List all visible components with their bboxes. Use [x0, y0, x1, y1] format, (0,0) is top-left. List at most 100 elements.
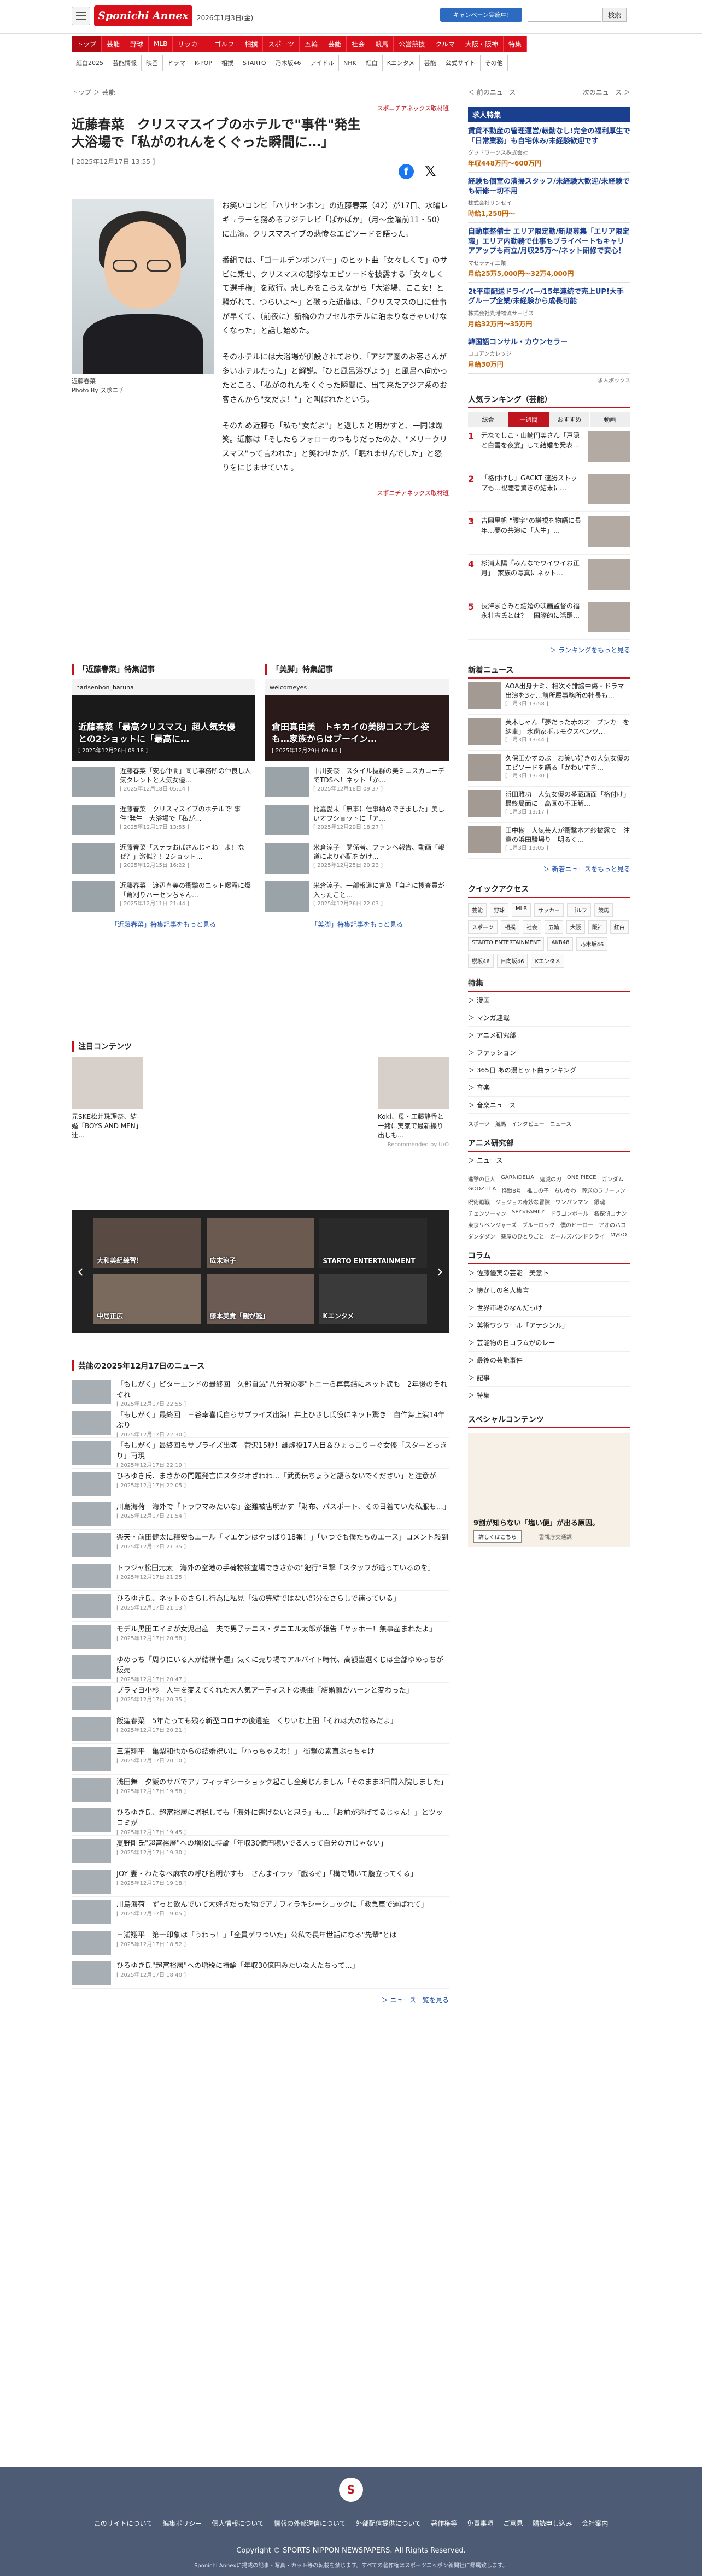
- news-row[interactable]: 「もしがく」ビターエンドの最終回 久部自滅"八分呪の夢"トニーら再集結にネット涙…: [72, 1377, 449, 1407]
- job-item[interactable]: 韓国語コンサル・カウンセラー ココアンカレッジ 月給30万円: [468, 333, 630, 374]
- anime-tag[interactable]: ジョジョの奇妙な冒険: [495, 1198, 550, 1206]
- thumbnail[interactable]: [588, 431, 630, 462]
- tokushu-tag[interactable]: ニュース: [550, 1119, 572, 1128]
- subnav-item[interactable]: 芸能: [420, 55, 441, 71]
- thumbnail[interactable]: [588, 474, 630, 505]
- thumbnail[interactable]: [225, 1057, 296, 1109]
- news-title[interactable]: モデル黒田エイミが女児出産 夫で男子テニス・ダニエル太郎が報告「ヤッホー！無事産…: [116, 1625, 436, 1635]
- anime-tag[interactable]: ダンダダン: [468, 1232, 495, 1240]
- feature-item[interactable]: 近藤春菜 クリスマスイブのホテルで"事件"発生 大浴場で「私が…[ 2025年1…: [72, 805, 255, 838]
- rank-text[interactable]: 「格付けし」GACKT 連勝ストップも…視聴者驚きの結末に…: [481, 474, 583, 507]
- anime-tag[interactable]: ドラゴンボール: [550, 1209, 588, 1217]
- news-title[interactable]: 楽天・前田健太に糧安もエール「マエケンはやっぱり18番！」「いつでも僕たちのエー…: [116, 1533, 448, 1543]
- feature-more-link[interactable]: 「美脚」特集記事をもっと見る: [265, 919, 449, 929]
- tokushu-link[interactable]: ＞ ファッション: [468, 1044, 630, 1062]
- ranking-tab[interactable]: 一週間: [508, 412, 549, 427]
- footer-link[interactable]: 購読申し込み: [533, 2519, 572, 2528]
- thumbnail[interactable]: [72, 1594, 111, 1618]
- news-item[interactable]: 芙木しゃん「夢だった赤のオープンカーを納車」 氷歯家ボルモクスベンツ…[ 1月3…: [468, 715, 630, 751]
- footer-link[interactable]: 個人情報について: [212, 2519, 264, 2528]
- feature-video[interactable]: welcomeyes 倉田真由美 トキカイの美脚コスプレ姿も…家族からはブーイン…: [265, 679, 449, 761]
- column-link[interactable]: ＞ 佐藤優実の芸能 美意ト: [468, 1264, 630, 1282]
- news-title[interactable]: 芙木しゃん「夢だった赤のオープンカーを納車」 氷歯家ボルモクスベンツ…: [505, 718, 630, 736]
- nav-item[interactable]: クルマ: [430, 36, 460, 52]
- news-row[interactable]: モデル黒田エイミが女児出産 夫で男子テニス・ダニエル太郎が報告「ヤッホー！無事産…: [72, 1622, 449, 1652]
- quick-access-link[interactable]: サッカー: [534, 903, 564, 917]
- thumbnail[interactable]: [265, 881, 309, 912]
- featured-card[interactable]: [225, 1057, 296, 1140]
- news-title[interactable]: 川島海荷 海外で「トラウマみたいな」盗難被害明かす「財布、パスポート、その日着て…: [116, 1502, 451, 1513]
- thumbnail[interactable]: [72, 881, 115, 912]
- job-title[interactable]: 賃貸不動産の管理運営/転勤なし!完全の福利厚生で「日常業務」も自宅休み/未経験歓…: [468, 127, 630, 146]
- anime-tag[interactable]: 鬼滅の刃: [540, 1175, 561, 1183]
- nav-item[interactable]: 特集: [503, 36, 527, 52]
- thumbnail[interactable]: [301, 1057, 372, 1109]
- quick-access-link[interactable]: 野球: [490, 903, 508, 917]
- ranking-more-link[interactable]: ＞ ランキングをもっと見る: [468, 645, 630, 655]
- news-title[interactable]: 三浦翔平 亀梨和也からの結婚祝いに「小っちゃえわ！」 衝撃の素直ぶっちゃけ: [116, 1747, 375, 1758]
- anime-tag[interactable]: GODZILLA: [468, 1186, 496, 1194]
- ranking-item[interactable]: 5 長澤まさみと結婚の映画監督の福永壮志氏とは？ 国際的に活躍…: [468, 597, 630, 640]
- ranking-tab[interactable]: 総合: [468, 412, 509, 427]
- news-row[interactable]: 飯窪春菜 5年たっても残る新型コロナの後遺症 くりいむ上田「それは大の悩みだよ」…: [72, 1713, 449, 1744]
- thumbnail[interactable]: [72, 1839, 111, 1863]
- carousel-item[interactable]: 中居正広: [93, 1274, 201, 1324]
- thumbnail[interactable]: [72, 1961, 111, 1985]
- tokushu-tag[interactable]: インタビュー: [512, 1119, 545, 1128]
- feature-item[interactable]: 近藤春菜 渡辺直美の衝撃のニット曝露に爆「角刈りハーセンちゃん…[ 2025年1…: [72, 881, 255, 914]
- job-title[interactable]: 2t平車配送ドライバー/15年連続で売上UP!大手グループ企業/未経験から成長可…: [468, 287, 630, 306]
- thumbnail[interactable]: [72, 1380, 111, 1404]
- feature-item[interactable]: 比嘉愛未「無事に仕事納めできました」美しいオフショットに「ア…[ 2025年12…: [265, 805, 449, 838]
- nav-item[interactable]: 大阪・阪神: [460, 36, 504, 52]
- subnav-item[interactable]: 公式サイト: [441, 55, 481, 71]
- subnav-item[interactable]: 芸能情報: [108, 55, 142, 71]
- feature-item[interactable]: 米倉涼子、一部報道に言及「自宅に捜査員が入ったこと…[ 2025年12月26日 …: [265, 881, 449, 914]
- quick-access-link[interactable]: 相撲: [500, 920, 519, 934]
- footer-link[interactable]: 著作権等: [431, 2519, 457, 2528]
- tokushu-tag[interactable]: スポーツ: [468, 1119, 490, 1128]
- nav-item[interactable]: MLB: [149, 36, 173, 52]
- item-title[interactable]: 近藤春菜「安心仲間」同じ事務所の仲良し人気タレントと人気女優…: [120, 767, 255, 786]
- quick-access-link[interactable]: 櫻坂46: [468, 954, 494, 968]
- thumbnail[interactable]: [265, 805, 309, 835]
- subnav-item[interactable]: 乃木坂46: [271, 55, 306, 71]
- anime-tag[interactable]: 推しの子: [527, 1186, 549, 1194]
- nav-item[interactable]: 公営競技: [394, 36, 431, 52]
- column-link[interactable]: ＞ 世界市場のなんだっけ: [468, 1299, 630, 1317]
- carousel-item[interactable]: STARTO ENTERTAINMENT: [319, 1218, 427, 1268]
- ranking-item[interactable]: 1 元なでしこ・山崎円美さん「戸隠と白雪を夜宴」して結婚を発表…: [468, 427, 630, 470]
- thumbnail[interactable]: [72, 1472, 111, 1496]
- ad-button[interactable]: 詳しくはこちら: [473, 1530, 522, 1543]
- news-row[interactable]: ブラマヨ小杉 人生を変えてくれた大人気アーティストの楽曲「結婚願がパーンと変わっ…: [72, 1683, 449, 1713]
- carousel-next-icon[interactable]: ›: [437, 1262, 443, 1281]
- subnav-item[interactable]: 紅白: [361, 55, 383, 71]
- feature-more-link[interactable]: 「近藤春菜」特集記事をもっと見る: [72, 919, 255, 929]
- news-title[interactable]: 「もしがく」最終回 三谷幸喜氏自らサプライズ出演！井上ひさし氏役にネット驚き 自…: [116, 1411, 449, 1431]
- rank-text[interactable]: 吉岡里帆 "腰字"の謙視を物語に長年…夢の共演に「人生」…: [481, 516, 583, 550]
- quick-access-link[interactable]: MLB: [512, 903, 531, 917]
- subnav-item[interactable]: その他: [481, 55, 508, 71]
- ranking-item[interactable]: 3 吉岡里帆 "腰字"の謙視を物語に長年…夢の共演に「人生」…: [468, 512, 630, 555]
- thumbnail[interactable]: [72, 1808, 111, 1832]
- thumbnail[interactable]: [72, 1411, 111, 1435]
- rank-text[interactable]: 元なでしこ・山崎円美さん「戸隠と白雪を夜宴」して結婚を発表…: [481, 431, 583, 464]
- news-row[interactable]: 楽天・前田健太に糧安もエール「マエケンはやっぱり18番！」「いつでも僕たちのエー…: [72, 1530, 449, 1560]
- anime-tag[interactable]: アオのハコ: [599, 1221, 626, 1229]
- news-title[interactable]: ひろゆき氏、超富裕層に増税しても「海外に逃げないと思う」も…「お前が逃げてるじゃ…: [116, 1808, 449, 1829]
- nav-item[interactable]: スポーツ: [263, 36, 300, 52]
- subnav-item[interactable]: 映画: [142, 55, 163, 71]
- campaign-button[interactable]: キャンペーン実施中!: [440, 8, 522, 22]
- search-input[interactable]: [528, 8, 601, 22]
- carousel-item[interactable]: Kエンタメ: [319, 1274, 427, 1324]
- jobs-credit[interactable]: 求人ボックス: [468, 376, 630, 384]
- news-list-link[interactable]: ＞ ニュース一覧を見る: [72, 1995, 449, 2005]
- column-link[interactable]: ＞ 芸能物の日コラムがのレー: [468, 1334, 630, 1352]
- tokushu-tag[interactable]: 競馬: [495, 1119, 506, 1128]
- facebook-icon[interactable]: f: [399, 164, 414, 179]
- subnav-item[interactable]: アイドル: [306, 55, 339, 71]
- anime-tag[interactable]: 名探偵コナン: [594, 1209, 627, 1217]
- thumbnail[interactable]: [72, 1870, 111, 1894]
- news-row[interactable]: ひろゆき氏、ネットのさらし行為に私見「法の完璧ではない部分をさらしで補っている」…: [72, 1591, 449, 1622]
- thumbnail[interactable]: [378, 1057, 449, 1109]
- ranking-item[interactable]: 4 杉浦太陽「みんなでワイワイお正月」 家族の写真にネット…: [468, 555, 630, 598]
